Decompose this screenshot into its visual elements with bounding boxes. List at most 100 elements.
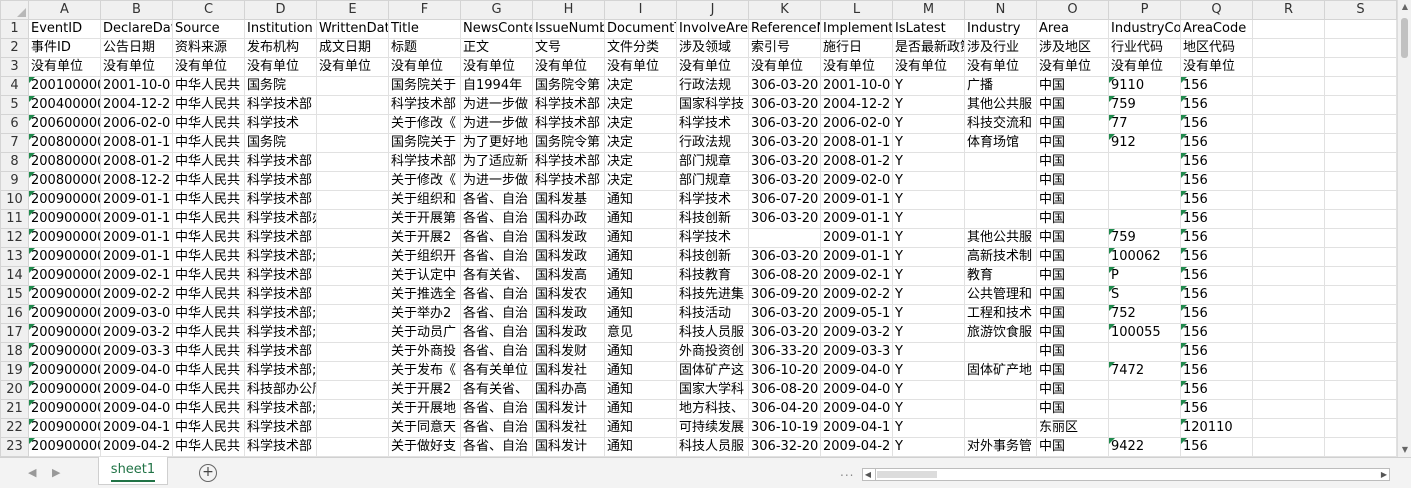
cell-s1[interactable] bbox=[1324, 19, 1397, 39]
cell-c4[interactable]: 中华人民共 bbox=[172, 76, 245, 96]
cell-h13[interactable]: 国科发政 bbox=[532, 247, 605, 267]
prev-sheet-icon[interactable]: ◀ bbox=[28, 466, 36, 479]
cell-o16[interactable]: 中国 bbox=[1036, 304, 1109, 324]
cell-i10[interactable]: 通知 bbox=[604, 190, 677, 210]
cell-a19[interactable]: 200900000 bbox=[28, 361, 101, 381]
cell-q16[interactable]: 156 bbox=[1180, 304, 1253, 324]
cell-j16[interactable]: 科技活动 bbox=[676, 304, 749, 324]
cell-o18[interactable]: 中国 bbox=[1036, 342, 1109, 362]
row-header[interactable]: 7 bbox=[0, 133, 29, 153]
cell-d19[interactable]: 科学技术部;国家发展改 bbox=[244, 361, 317, 381]
cell-r16[interactable] bbox=[1252, 304, 1325, 324]
cell-o13[interactable]: 中国 bbox=[1036, 247, 1109, 267]
cell-p9[interactable] bbox=[1108, 171, 1181, 191]
cell-g15[interactable]: 各省、自治 bbox=[460, 285, 533, 305]
cell-o7[interactable]: 中国 bbox=[1036, 133, 1109, 153]
cell-n15[interactable]: 公共管理和 bbox=[964, 285, 1037, 305]
cell-r2[interactable] bbox=[1252, 38, 1325, 58]
cell-q4[interactable]: 156 bbox=[1180, 76, 1253, 96]
cell-f12[interactable]: 关于开展2 bbox=[388, 228, 461, 248]
cell-r13[interactable] bbox=[1252, 247, 1325, 267]
cell-b6[interactable]: 2006-02-0 bbox=[100, 114, 173, 134]
cell-e22[interactable] bbox=[316, 418, 389, 438]
cell-n13[interactable]: 高新技术制 bbox=[964, 247, 1037, 267]
cell-a2[interactable]: 事件ID bbox=[28, 38, 101, 58]
cell-p15[interactable]: S bbox=[1108, 285, 1181, 305]
cell-j2[interactable]: 涉及领域 bbox=[676, 38, 749, 58]
cell-k22[interactable]: 306-10-19 bbox=[748, 418, 821, 438]
cell-i18[interactable]: 通知 bbox=[604, 342, 677, 362]
cell-s14[interactable] bbox=[1324, 266, 1397, 286]
cell-s6[interactable] bbox=[1324, 114, 1397, 134]
cell-j6[interactable]: 科学技术 bbox=[676, 114, 749, 134]
cell-p11[interactable] bbox=[1108, 209, 1181, 229]
cell-m4[interactable]: Y bbox=[892, 76, 965, 96]
cell-k1[interactable]: ReferenceNo bbox=[748, 19, 821, 39]
row-header[interactable]: 8 bbox=[0, 152, 29, 172]
cell-d14[interactable]: 科学技术部 教育部 bbox=[244, 266, 317, 286]
cell-j11[interactable]: 科技创新 bbox=[676, 209, 749, 229]
cell-j7[interactable]: 行政法规 bbox=[676, 133, 749, 153]
column-header-l[interactable]: L bbox=[820, 0, 893, 20]
cell-p13[interactable]: 100062 bbox=[1108, 247, 1181, 267]
cell-b12[interactable]: 2009-01-1 bbox=[100, 228, 173, 248]
scroll-down-icon[interactable]: ▼ bbox=[1400, 443, 1410, 457]
column-header-m[interactable]: M bbox=[892, 0, 965, 20]
cell-e20[interactable] bbox=[316, 380, 389, 400]
cell-c3[interactable]: 没有单位 bbox=[172, 57, 245, 77]
cell-c21[interactable]: 中华人民共 bbox=[172, 399, 245, 419]
cell-d11[interactable]: 科学技术部办公厅 bbox=[244, 209, 317, 229]
cell-f10[interactable]: 关于组织和 bbox=[388, 190, 461, 210]
cell-f15[interactable]: 关于推选全 bbox=[388, 285, 461, 305]
cell-r21[interactable] bbox=[1252, 399, 1325, 419]
cell-a5[interactable]: 200400000 bbox=[28, 95, 101, 115]
cell-d15[interactable]: 科学技术部 bbox=[244, 285, 317, 305]
cell-m16[interactable]: Y bbox=[892, 304, 965, 324]
cell-e8[interactable] bbox=[316, 152, 389, 172]
cell-l13[interactable]: 2009-01-1 bbox=[820, 247, 893, 267]
cell-f19[interactable]: 关于发布《 bbox=[388, 361, 461, 381]
cell-f20[interactable]: 关于开展2 bbox=[388, 380, 461, 400]
cell-l21[interactable]: 2009-04-0 bbox=[820, 399, 893, 419]
cell-k17[interactable]: 306-03-20 bbox=[748, 323, 821, 343]
cell-l20[interactable]: 2009-04-0 bbox=[820, 380, 893, 400]
cell-p5[interactable]: 759 bbox=[1108, 95, 1181, 115]
cell-c22[interactable]: 中华人民共 bbox=[172, 418, 245, 438]
cell-k16[interactable]: 306-03-20 bbox=[748, 304, 821, 324]
cell-f8[interactable]: 科学技术部 bbox=[388, 152, 461, 172]
row-header[interactable]: 22 bbox=[0, 418, 29, 438]
cell-p18[interactable] bbox=[1108, 342, 1181, 362]
cell-g23[interactable]: 各省、自治 bbox=[460, 437, 533, 457]
cell-j12[interactable]: 科学技术 bbox=[676, 228, 749, 248]
row-header[interactable]: 1 bbox=[0, 19, 29, 39]
cell-s11[interactable] bbox=[1324, 209, 1397, 229]
cell-r18[interactable] bbox=[1252, 342, 1325, 362]
cell-q6[interactable]: 156 bbox=[1180, 114, 1253, 134]
cell-h12[interactable]: 国科发政 bbox=[532, 228, 605, 248]
cell-q18[interactable]: 156 bbox=[1180, 342, 1253, 362]
cell-o20[interactable]: 中国 bbox=[1036, 380, 1109, 400]
cell-a3[interactable]: 没有单位 bbox=[28, 57, 101, 77]
cell-c11[interactable]: 中华人民共 bbox=[172, 209, 245, 229]
cell-l9[interactable]: 2009-02-0 bbox=[820, 171, 893, 191]
cell-k15[interactable]: 306-09-20 bbox=[748, 285, 821, 305]
cell-h22[interactable]: 国科发社 bbox=[532, 418, 605, 438]
cell-q2[interactable]: 地区代码 bbox=[1180, 38, 1253, 58]
row-header[interactable]: 11 bbox=[0, 209, 29, 229]
cell-b11[interactable]: 2009-01-1 bbox=[100, 209, 173, 229]
cell-q12[interactable]: 156 bbox=[1180, 228, 1253, 248]
cell-q15[interactable]: 156 bbox=[1180, 285, 1253, 305]
cell-r14[interactable] bbox=[1252, 266, 1325, 286]
cell-d9[interactable]: 科学技术部 bbox=[244, 171, 317, 191]
cell-d18[interactable]: 科学技术部 bbox=[244, 342, 317, 362]
column-header-r[interactable]: R bbox=[1252, 0, 1325, 20]
cell-d17[interactable]: 科学技术部;教育部;国 bbox=[244, 323, 317, 343]
cell-s17[interactable] bbox=[1324, 323, 1397, 343]
cell-h1[interactable]: IssueNumber bbox=[532, 19, 605, 39]
cell-s19[interactable] bbox=[1324, 361, 1397, 381]
cell-h3[interactable]: 没有单位 bbox=[532, 57, 605, 77]
cell-l18[interactable]: 2009-03-3 bbox=[820, 342, 893, 362]
cell-r4[interactable] bbox=[1252, 76, 1325, 96]
cell-g7[interactable]: 为了更好地 bbox=[460, 133, 533, 153]
cell-c14[interactable]: 中华人民共 bbox=[172, 266, 245, 286]
